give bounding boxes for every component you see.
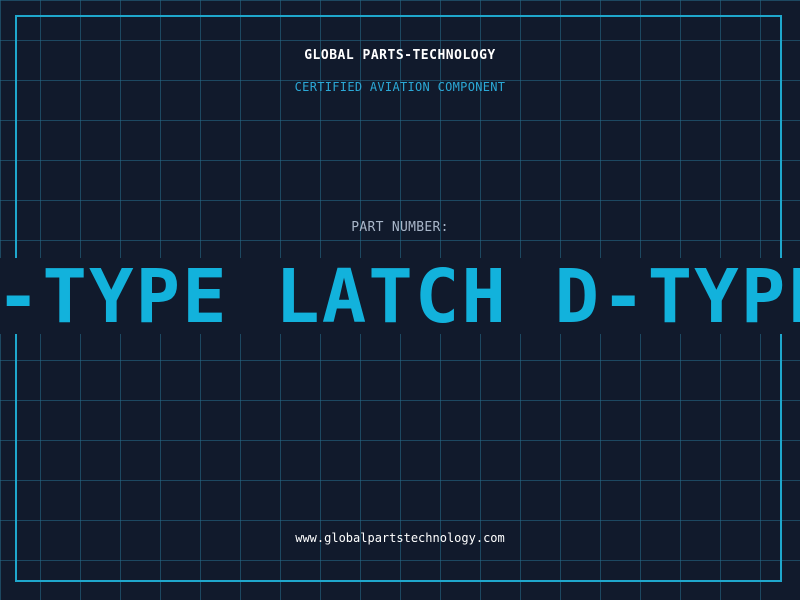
part-number-band: OCTAL D-TYPE LATCH D-TYPE OCTAL 3	[0, 258, 800, 334]
certification-subtitle: CERTIFIED AVIATION COMPONENT	[294, 80, 506, 94]
website-link[interactable]: www.globalpartstechnology.com	[0, 531, 800, 545]
part-number-value: OCTAL D-TYPE LATCH D-TYPE OCTAL 3	[0, 258, 800, 334]
part-number-label: PART NUMBER:	[351, 220, 449, 235]
page-canvas: GLOBAL PARTS-TECHNOLOGY CERTIFIED AVIATI…	[0, 0, 800, 600]
company-name: GLOBAL PARTS-TECHNOLOGY	[304, 48, 496, 63]
